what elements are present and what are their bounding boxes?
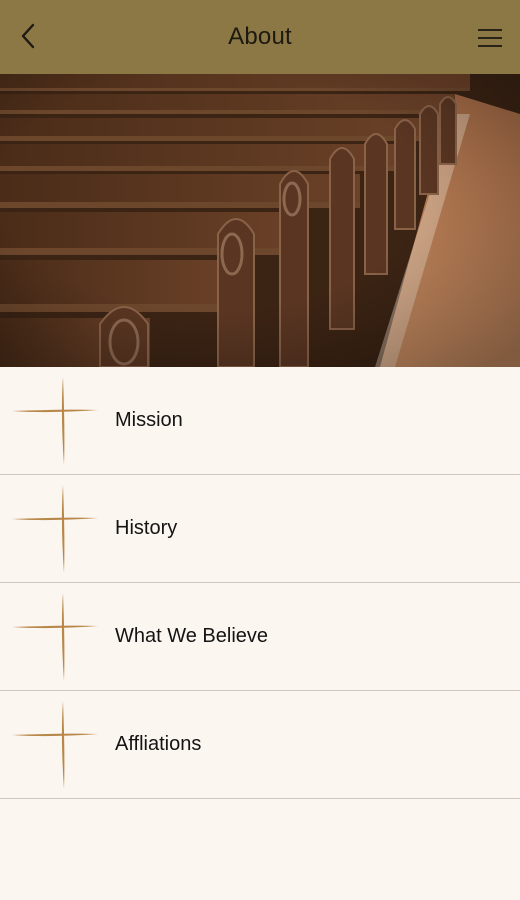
cross-icon: [12, 485, 98, 573]
list-item-label: What We Believe: [115, 625, 269, 647]
app-header: About: [0, 0, 520, 74]
list-item-label: Mission: [115, 409, 183, 431]
list-item-affliations[interactable]: Affliations: [0, 691, 520, 799]
list-item-label: Affliations: [115, 733, 202, 755]
list-item-mission[interactable]: Mission: [0, 367, 520, 475]
hero-image: [0, 74, 520, 367]
menu-button[interactable]: [472, 20, 508, 56]
list-item-label: History: [115, 517, 178, 539]
about-menu-list: Mission History What We Believe Affliati…: [0, 367, 520, 799]
back-button[interactable]: [10, 18, 46, 54]
list-item-history[interactable]: History: [0, 475, 520, 583]
chevron-left-icon: [21, 23, 35, 49]
list-item-what-we-believe[interactable]: What We Believe: [0, 583, 520, 691]
cross-icon: [12, 701, 98, 789]
cross-icon: [12, 593, 98, 681]
church-pews-image: [0, 74, 520, 367]
cross-icon: [12, 377, 98, 465]
hamburger-menu-icon: [478, 29, 502, 47]
page-title: About: [228, 23, 292, 50]
